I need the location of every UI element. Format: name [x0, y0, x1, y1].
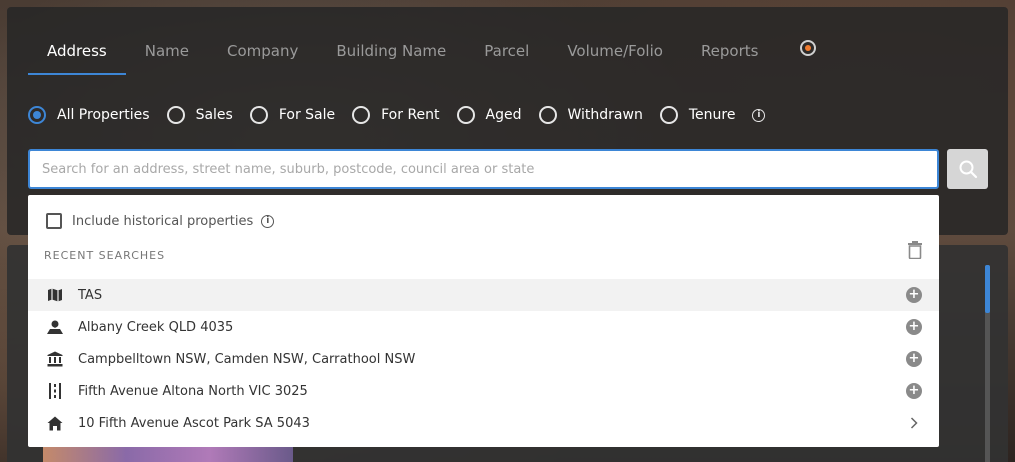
include-historical-checkbox[interactable]: [46, 213, 62, 229]
radio-circle-icon: [352, 106, 371, 124]
add-circle-icon[interactable]: +: [906, 383, 922, 399]
notification-dot-icon[interactable]: [800, 40, 816, 56]
tab-company[interactable]: Company: [208, 33, 317, 75]
radio-circle-icon: [456, 106, 475, 124]
list-item-label: Albany Creek QLD 4035: [78, 319, 234, 335]
radio-withdrawn[interactable]: Withdrawn: [538, 106, 643, 124]
property-thumbnail: [43, 446, 293, 462]
tab-volume-folio[interactable]: Volume/Folio: [548, 33, 682, 75]
radio-label: Aged: [485, 107, 522, 123]
trash-icon: [908, 241, 922, 260]
radio-label: For Sale: [278, 107, 336, 123]
filter-radio-group: All Properties Sales For Sale For Rent A…: [28, 104, 766, 126]
radio-all-properties[interactable]: All Properties: [28, 106, 150, 124]
radio-label: Withdrawn: [567, 107, 643, 123]
radio-label: For Rent: [381, 107, 440, 123]
radio-sales[interactable]: Sales: [166, 106, 233, 124]
search-tabs: Address Name Company Building Name Parce…: [28, 33, 777, 75]
radio-for-sale[interactable]: For Sale: [249, 106, 336, 124]
home-icon: [45, 416, 65, 431]
list-item-label: 10 Fifth Avenue Ascot Park SA 5043: [78, 415, 310, 431]
council-icon: [45, 351, 65, 367]
tab-name[interactable]: Name: [126, 33, 208, 75]
historical-info-icon[interactable]: i: [261, 214, 275, 228]
tab-reports[interactable]: Reports: [682, 33, 778, 75]
add-circle-icon[interactable]: +: [906, 351, 922, 367]
radio-circle-icon: [249, 106, 268, 124]
recent-searches-title: RECENT SEARCHES: [44, 249, 166, 262]
address-search-input[interactable]: [28, 149, 939, 189]
radio-circle-icon: [659, 106, 678, 124]
list-item[interactable]: TAS +: [28, 279, 939, 311]
map-icon: [45, 287, 65, 303]
tab-parcel[interactable]: Parcel: [465, 33, 548, 75]
list-item[interactable]: 10 Fifth Avenue Ascot Park SA 5043: [28, 407, 939, 439]
list-item[interactable]: Fifth Avenue Altona North VIC 3025 +: [28, 375, 939, 407]
radio-for-rent[interactable]: For Rent: [352, 106, 440, 124]
chevron-right-icon[interactable]: [906, 415, 922, 431]
radio-circle-icon: [538, 106, 557, 124]
clear-recent-button[interactable]: [907, 241, 923, 263]
list-item-label: Campbelltown NSW, Camden NSW, Carrathool…: [78, 351, 416, 367]
list-item[interactable]: Albany Creek QLD 4035 +: [28, 311, 939, 343]
results-scrollbar[interactable]: [985, 265, 990, 462]
tab-address[interactable]: Address: [28, 33, 126, 75]
radio-label: All Properties: [57, 107, 150, 123]
radio-label: Tenure: [688, 107, 736, 123]
list-item-label: TAS: [78, 287, 103, 303]
scrollbar-thumb[interactable]: [985, 265, 990, 313]
tab-building-name[interactable]: Building Name: [317, 33, 465, 75]
tenure-info-icon[interactable]: i: [752, 108, 766, 122]
radio-circle-icon: [28, 106, 46, 124]
suburb-icon: [45, 319, 65, 335]
recent-searches-list: TAS + Albany Creek QLD 4035 + Campbellto…: [28, 279, 939, 439]
search-button[interactable]: [947, 149, 988, 189]
add-circle-icon[interactable]: +: [906, 287, 922, 303]
radio-tenure[interactable]: Tenure: [659, 106, 736, 124]
include-historical-toggle[interactable]: Include historical properties i: [46, 213, 275, 229]
search-icon: [959, 160, 977, 179]
add-circle-icon[interactable]: +: [906, 319, 922, 335]
street-icon: [45, 383, 65, 399]
include-historical-label: Include historical properties: [72, 213, 254, 229]
recent-searches-dropdown: Include historical properties i RECENT S…: [28, 195, 939, 447]
radio-aged[interactable]: Aged: [456, 106, 522, 124]
radio-circle-icon: [166, 106, 185, 124]
list-item[interactable]: Campbelltown NSW, Camden NSW, Carrathool…: [28, 343, 939, 375]
radio-label: Sales: [195, 107, 233, 123]
list-item-label: Fifth Avenue Altona North VIC 3025: [78, 383, 308, 399]
